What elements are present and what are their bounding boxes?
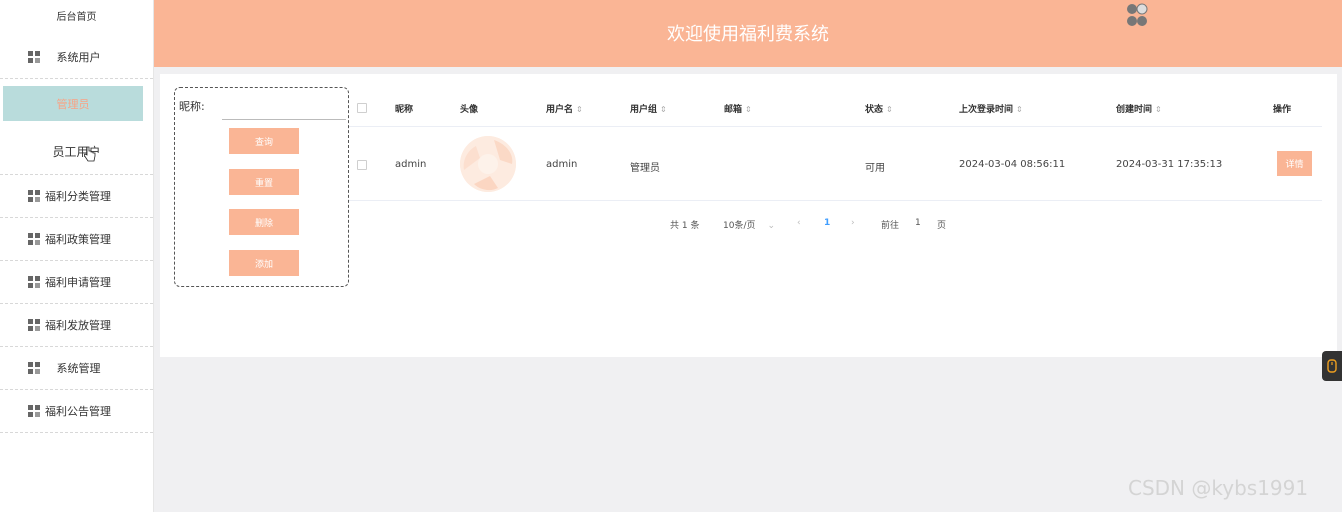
row-divider (349, 200, 1322, 201)
next-page-icon[interactable]: › (851, 218, 855, 228)
sidebar-home[interactable]: 后台首页 (0, 0, 153, 36)
sidebar-item-welfare-apply[interactable]: 福利申请管理 (0, 261, 153, 304)
avatar (460, 136, 516, 192)
pagination-total: 共 1 条 (670, 221, 700, 231)
col-header-label: 上次登录时间 (959, 105, 1014, 115)
cell-username: admin (546, 159, 578, 170)
sidebar-item-label: 系统管理 (56, 362, 101, 375)
page-suffix: 页 (937, 221, 947, 231)
sidebar-item-label: 福利公告管理 (45, 405, 111, 418)
chevron-down-icon: ⌄ (767, 221, 776, 231)
select-all-checkbox[interactable] (357, 103, 367, 113)
header-divider (349, 126, 1322, 127)
sort-icon[interactable]: ⇕ (660, 105, 667, 114)
search-panel: 昵称: 查询 重置 删除 添加 (174, 87, 349, 287)
grid-icon (28, 405, 40, 417)
sidebar-item-system-manage[interactable]: 系统管理 (0, 347, 153, 390)
sidebar-item-system-users[interactable]: 系统用户 (0, 36, 153, 79)
sidebar-item-label: 福利政策管理 (45, 233, 111, 246)
nickname-label: 昵称: (179, 100, 205, 113)
watermark-text: CSDN @kybs1991 (1128, 476, 1309, 500)
cell-created: 2024-03-31 17:35:13 (1116, 159, 1223, 170)
nickname-input[interactable] (222, 94, 346, 120)
page-size-value: 10条/页 (723, 221, 756, 231)
sidebar-item-label: 福利发放管理 (45, 319, 111, 332)
grid-icon (28, 276, 40, 288)
col-header-group[interactable]: 用户组 ⇕ (630, 102, 667, 115)
col-header-label: 状态 (865, 105, 884, 115)
current-page[interactable]: 1 (824, 218, 830, 228)
delete-button[interactable]: 删除 (229, 209, 299, 235)
top-header: 欢迎使用福利费系统 (154, 0, 1342, 67)
grid-icon (28, 190, 40, 202)
sidebar: 后台首页 系统用户 管理员 员工用户 福利分类管理 福利政策管理 福利申请管理 … (0, 0, 154, 512)
row-checkbox[interactable] (357, 160, 367, 170)
page-size-select[interactable]: 10条/页 ⌄ (723, 218, 775, 231)
app-logo-icon (1127, 3, 1148, 26)
sort-icon[interactable]: ⇕ (745, 105, 752, 114)
col-header-label: 创建时间 (1116, 105, 1153, 115)
cell-status: 可用 (865, 163, 885, 174)
sidebar-item-label: 系统用户 (56, 51, 101, 64)
sidebar-item-welfare-distribute[interactable]: 福利发放管理 (0, 304, 153, 347)
sidebar-item-label: 福利分类管理 (45, 190, 111, 203)
sidebar-sub-admin[interactable]: 管理员 (3, 86, 143, 121)
avatar-image (460, 136, 516, 192)
grid-icon (28, 362, 40, 374)
col-header-email[interactable]: 邮箱 ⇕ (724, 102, 752, 115)
col-header-ops: 操作 (1273, 105, 1292, 115)
prev-page-icon[interactable]: ‹ (797, 218, 801, 228)
col-header-last-login[interactable]: 上次登录时间 ⇕ (959, 102, 1023, 115)
page-title: 欢迎使用福利费系统 (667, 24, 829, 45)
sidebar-item-welfare-policy[interactable]: 福利政策管理 (0, 218, 153, 261)
sort-icon[interactable]: ⇕ (886, 105, 893, 114)
col-header-avatar: 头像 (460, 105, 479, 115)
grid-icon (28, 233, 40, 245)
col-header-label: 邮箱 (724, 105, 743, 115)
sidebar-item-welfare-category[interactable]: 福利分类管理 (0, 175, 153, 218)
reset-button[interactable]: 重置 (229, 169, 299, 195)
col-header-created[interactable]: 创建时间 ⇕ (1116, 102, 1162, 115)
cell-group: 管理员 (630, 163, 660, 174)
col-header-nickname: 昵称 (395, 105, 414, 115)
col-header-label: 用户名 (546, 105, 574, 115)
sort-icon[interactable]: ⇕ (576, 105, 583, 114)
col-header-status[interactable]: 状态 ⇕ (865, 102, 893, 115)
cell-nickname: admin (395, 159, 427, 170)
detail-button[interactable]: 详情 (1277, 151, 1312, 176)
grid-icon (28, 51, 40, 63)
sidebar-sub-staff[interactable]: 员工用户 (0, 128, 153, 175)
add-button[interactable]: 添加 (229, 250, 299, 276)
sidebar-item-label: 福利申请管理 (45, 276, 111, 289)
query-button[interactable]: 查询 (229, 128, 299, 154)
goto-label: 前往 (881, 221, 900, 231)
sort-icon[interactable]: ⇕ (1155, 105, 1162, 114)
grid-icon (28, 319, 40, 331)
hand-cursor-icon (84, 146, 96, 162)
col-header-label: 用户组 (630, 105, 658, 115)
sidebar-item-welfare-notice[interactable]: 福利公告管理 (0, 390, 153, 433)
col-header-username[interactable]: 用户名 ⇕ (546, 102, 583, 115)
goto-input[interactable]: 1 (915, 218, 921, 228)
cell-last-login: 2024-03-04 08:56:11 (959, 159, 1066, 170)
clip-icon (1327, 359, 1337, 373)
floating-side-tab[interactable] (1322, 351, 1342, 381)
sort-icon[interactable]: ⇕ (1016, 105, 1023, 114)
